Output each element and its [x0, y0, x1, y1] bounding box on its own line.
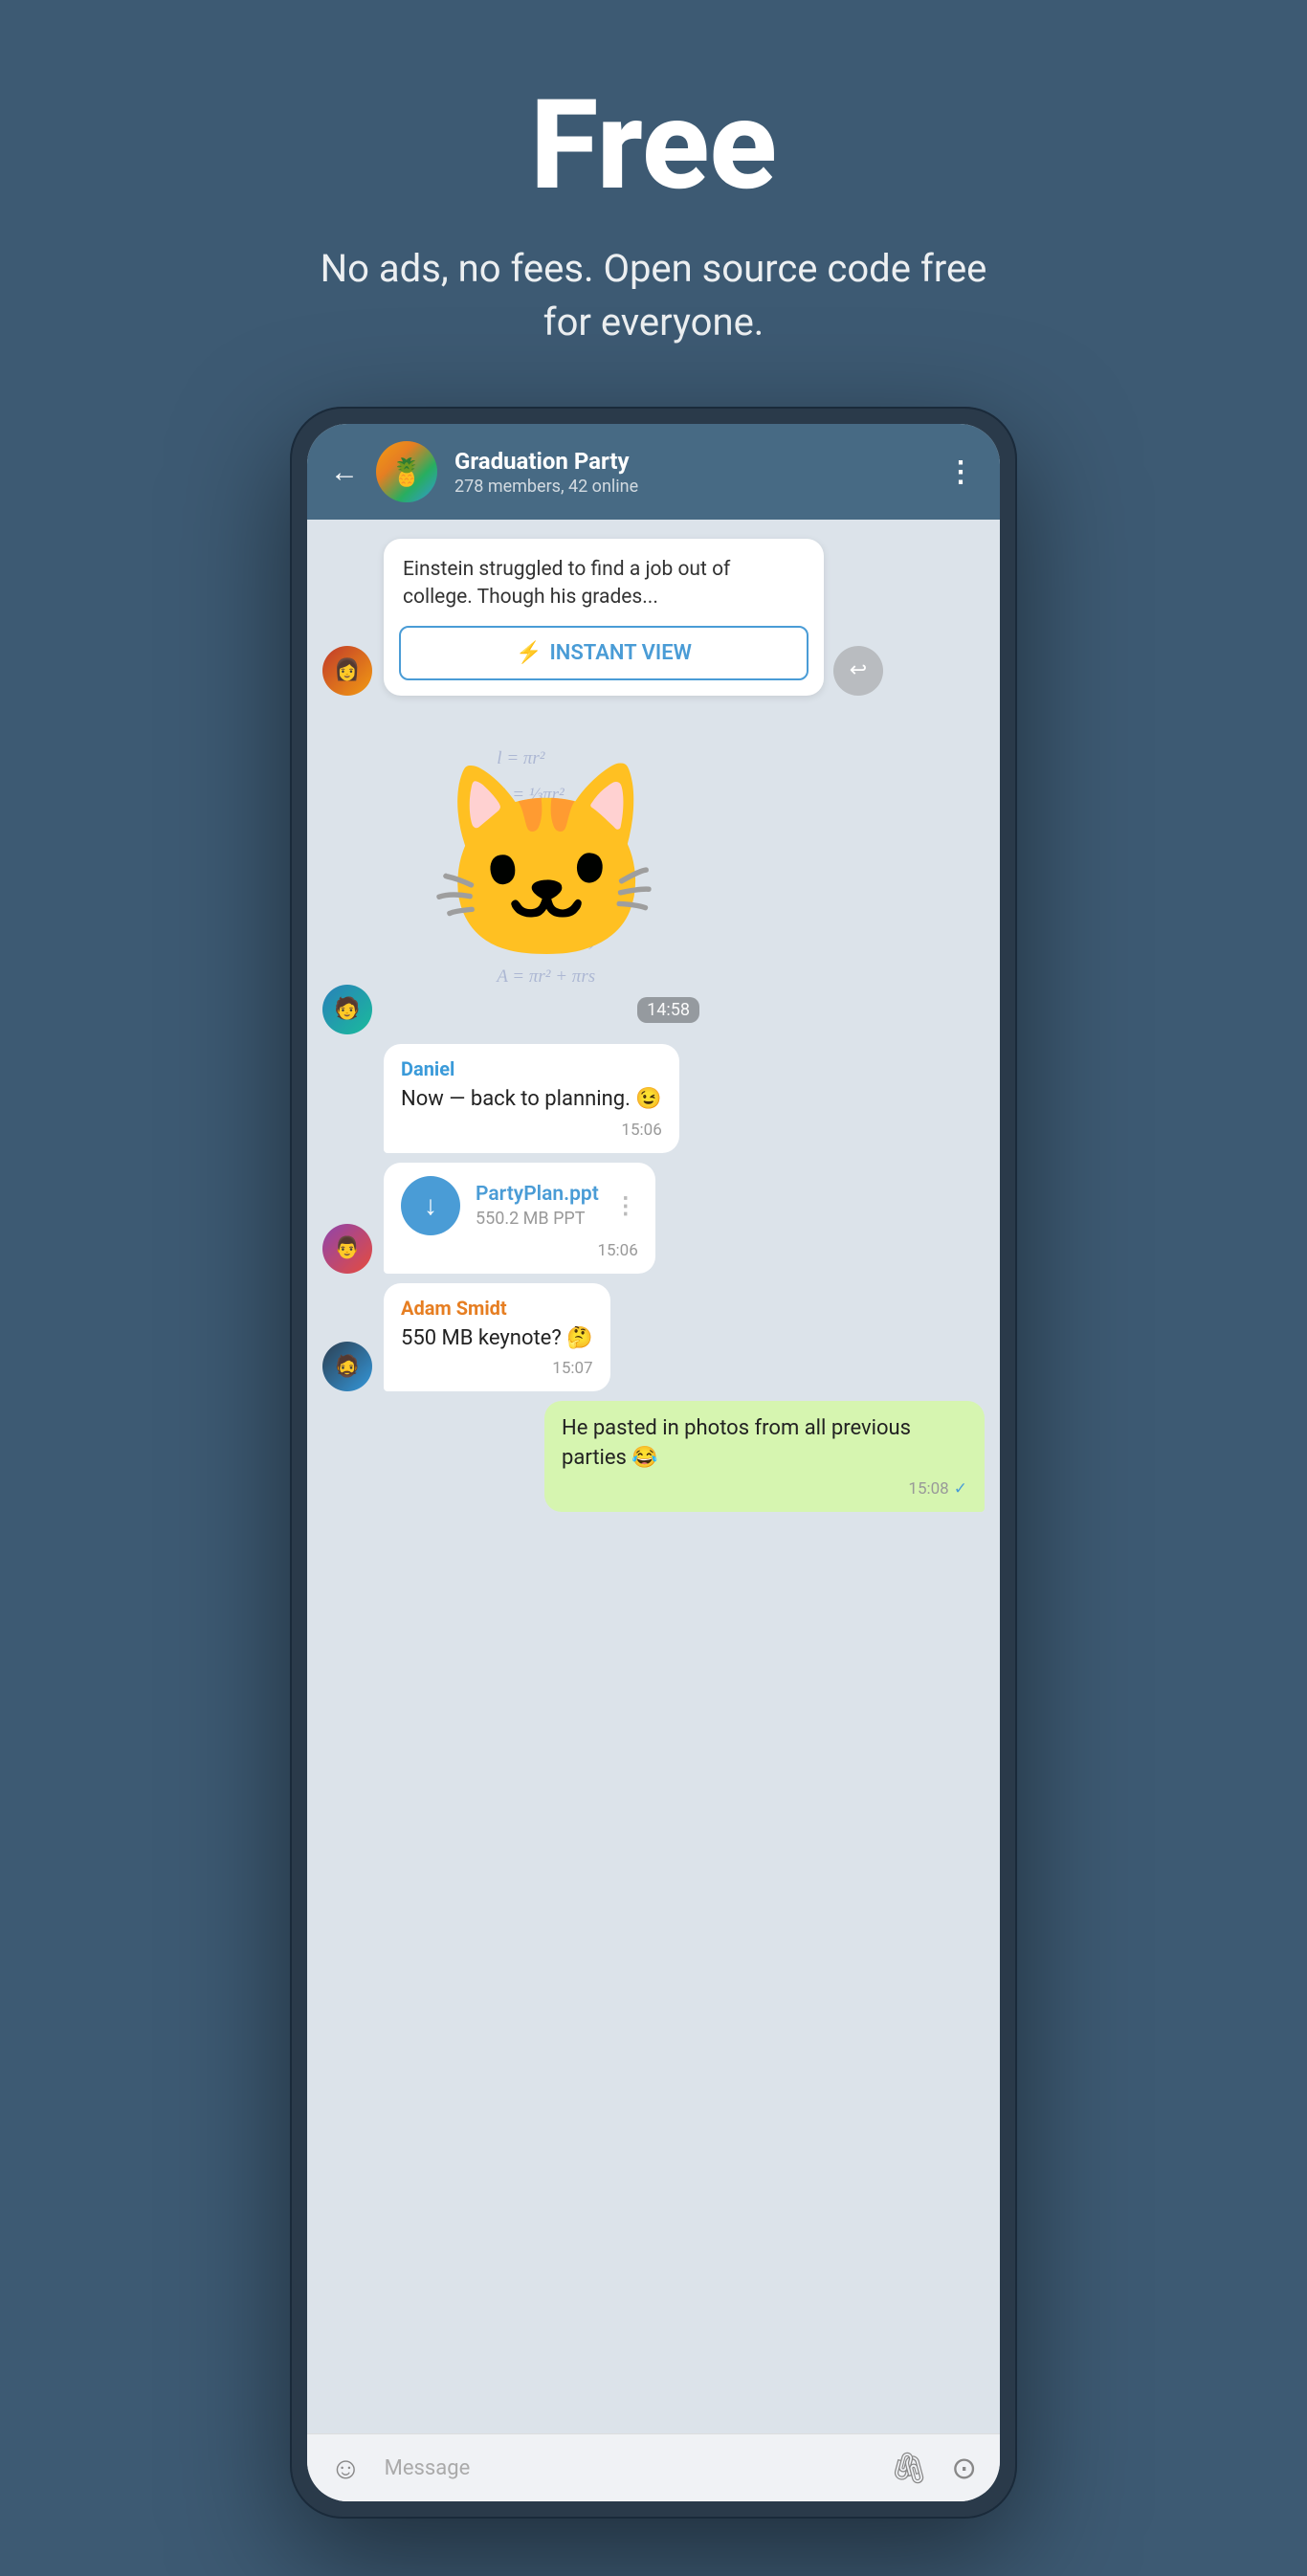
sender-avatar-man1: 🧑 — [322, 985, 372, 1034]
attach-button[interactable]: 🖇 — [890, 2450, 929, 2486]
back-button[interactable]: ← — [330, 455, 359, 489]
sender-avatar-man2: 👨 — [322, 1224, 372, 1274]
cat-sticker: 🐱 — [427, 768, 665, 960]
download-icon: ↓ — [424, 1189, 437, 1221]
file-download-button[interactable]: ↓ — [401, 1176, 460, 1235]
adam-bubble: Adam Smidt 550 MB keynote? 🤔 15:07 — [384, 1283, 610, 1392]
own-message-text: He pasted in photos from all previous pa… — [562, 1414, 967, 1474]
daniel-bubble: Daniel Now — back to planning. 😉 15:06 — [384, 1044, 679, 1153]
own-bubble: He pasted in photos from all previous pa… — [544, 1401, 985, 1512]
file-bubble: ↓ PartyPlan.ppt 550.2 MB PPT ⋮ 15:06 — [384, 1163, 655, 1274]
own-message-row: He pasted in photos from all previous pa… — [322, 1401, 985, 1512]
file-name: PartyPlan.ppt — [476, 1183, 599, 1206]
forward-button[interactable]: ↩ — [833, 646, 883, 696]
lightning-icon: ⚡ — [516, 641, 542, 665]
read-check-icon: ✓ — [954, 1479, 967, 1499]
hero-section: Free No ads, no fees. Open source code f… — [0, 0, 1307, 407]
sticker-row: l = πr² A = ⅓πr² V = l² P = 2πr A = πr² … — [384, 705, 985, 1034]
adam-sender-name: Adam Smidt — [401, 1297, 593, 1320]
article-card: Einstein struggled to find a job out of … — [384, 539, 824, 696]
instant-view-label: INSTANT VIEW — [549, 641, 692, 665]
hero-title: Free — [38, 77, 1269, 213]
message-input[interactable]: Message — [385, 2456, 867, 2480]
instant-view-button[interactable]: ⚡ INSTANT VIEW — [399, 626, 809, 680]
file-size: 550.2 MB PPT — [476, 1209, 599, 1229]
sticker-sender-avatar: 🧑 — [322, 985, 372, 1034]
sender-avatar-woman: 👩 — [322, 646, 372, 696]
phone-screen: ← 🍍 Graduation Party 278 members, 42 onl… — [307, 424, 1000, 2501]
adam-message-time: 15:07 — [401, 1359, 593, 1378]
emoji-button[interactable]: ☺ — [330, 2450, 362, 2486]
chat-body: 👩 Einstein struggled to find a job out o… — [307, 520, 1000, 2433]
phone-frame: ← 🍍 Graduation Party 278 members, 42 onl… — [290, 407, 1017, 2519]
article-message-row: 👩 Einstein struggled to find a job out o… — [322, 539, 985, 696]
hero-subtitle: No ads, no fees. Open source code free f… — [319, 242, 988, 349]
daniel-message-text: Now — back to planning. 😉 — [401, 1085, 662, 1115]
file-info: PartyPlan.ppt 550.2 MB PPT — [476, 1183, 599, 1229]
sticker-container: l = πr² A = ⅓πr² V = l² P = 2πr A = πr² … — [384, 705, 709, 1031]
file-message-time: 15:06 — [401, 1241, 638, 1260]
group-info: Graduation Party 278 members, 42 online — [454, 448, 929, 497]
adam-message-text: 550 MB keynote? 🤔 — [401, 1324, 593, 1354]
daniel-message-row: Daniel Now — back to planning. 😉 15:06 — [322, 1044, 985, 1153]
article-excerpt: Einstein struggled to find a job out of … — [384, 539, 824, 626]
camera-button[interactable]: ⊙ — [951, 2450, 977, 2486]
group-status: 278 members, 42 online — [454, 477, 929, 497]
message-input-bar: ☺ Message 🖇 ⊙ — [307, 2433, 1000, 2501]
file-row: ↓ PartyPlan.ppt 550.2 MB PPT ⋮ — [401, 1176, 638, 1235]
own-message-time: 15:08 ✓ — [562, 1479, 967, 1499]
group-avatar: 🍍 — [376, 441, 437, 502]
file-message-row: 👨 ↓ PartyPlan.ppt 550.2 MB PPT ⋮ 15:06 — [322, 1163, 985, 1274]
chat-menu-button[interactable]: ⋮ — [946, 455, 977, 489]
adam-message-row: 🧔 Adam Smidt 550 MB keynote? 🤔 15:07 — [322, 1283, 985, 1392]
chat-header: ← 🍍 Graduation Party 278 members, 42 onl… — [307, 424, 1000, 520]
sender-avatar-man3: 🧔 — [322, 1342, 372, 1391]
group-name: Graduation Party — [454, 448, 929, 475]
file-menu-button[interactable]: ⋮ — [614, 1192, 638, 1219]
daniel-message-time: 15:06 — [401, 1121, 662, 1140]
sticker-timestamp: 14:58 — [637, 997, 699, 1023]
daniel-sender-name: Daniel — [401, 1057, 662, 1080]
